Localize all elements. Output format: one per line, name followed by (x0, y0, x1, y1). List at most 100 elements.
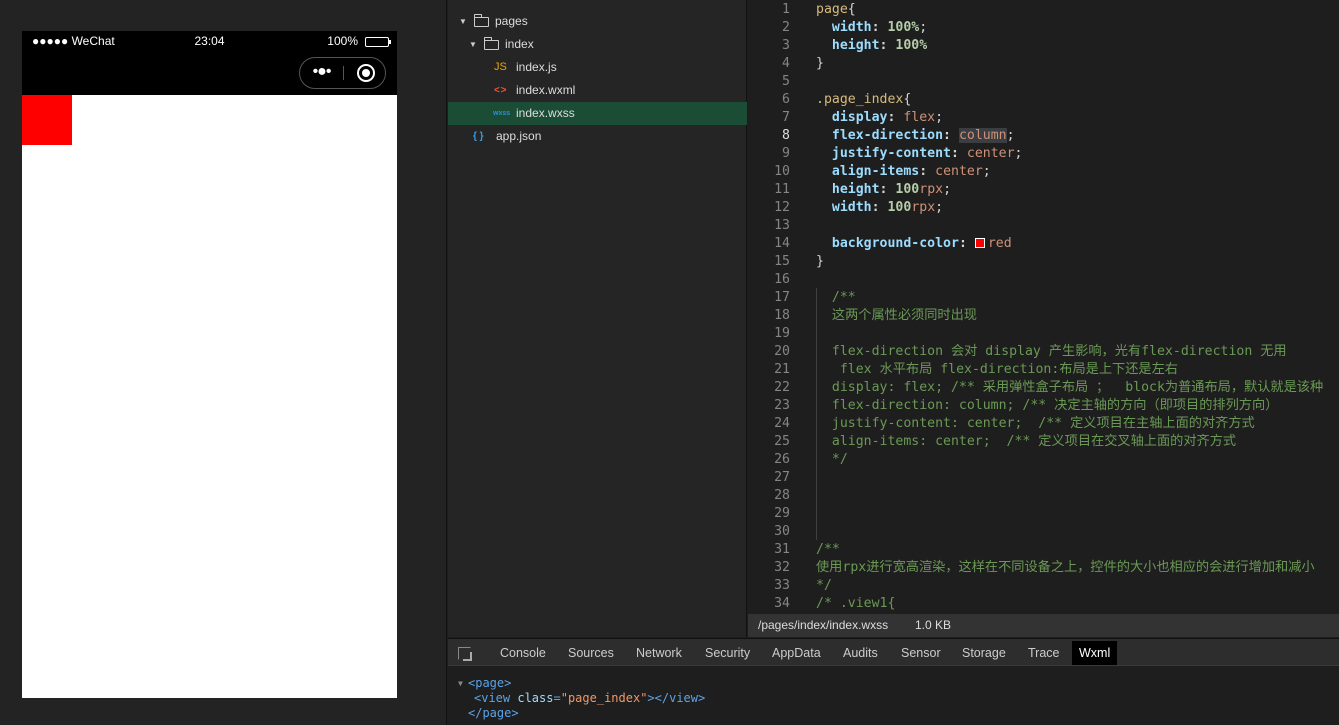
code-line: width: 100rpx; (831, 200, 944, 215)
line-number: 22 (774, 380, 790, 395)
code-line: /* .view1{ (816, 596, 896, 611)
tab-trace[interactable]: Trace (1021, 641, 1067, 665)
wxss-file-icon: wxss (493, 110, 511, 117)
tab-appdata[interactable]: AppData (765, 641, 828, 665)
line-number: 3 (782, 38, 790, 53)
folder-icon (484, 37, 499, 50)
tree-file-index-js[interactable]: JS index.js (448, 56, 747, 79)
wxml-panel: ▼ <page> <view class="page_index"></view… (448, 667, 1339, 725)
code-line: height: 100% (831, 38, 928, 53)
line-number: 32 (774, 560, 790, 575)
tab-sources[interactable]: Sources (561, 641, 621, 665)
tab-network[interactable]: Network (629, 641, 689, 665)
color-swatch-icon[interactable] (974, 238, 985, 248)
more-options-icon[interactable]: •●• (300, 58, 343, 88)
json-file-icon: { } (473, 131, 484, 142)
file-tree: ▼ pages ▼ index JS index.js < > index.wx… (448, 0, 747, 637)
tree-item-label: app.json (496, 129, 542, 143)
mini-program-capsule: •●• (299, 57, 386, 89)
code-line: /** (816, 542, 840, 557)
code-line: display: flex; /** 采用弹性盒子布局 ； block为普通布局… (816, 380, 1324, 395)
wxml-node-view[interactable]: <view class="page_index"></view> (474, 691, 705, 706)
code-line: align-items: center; (831, 164, 991, 179)
line-number: 18 (774, 308, 790, 323)
file-path: /pages/index/index.wxss (758, 618, 889, 632)
tree-folder-index[interactable]: ▼ index (448, 33, 747, 56)
line-number: 34 (774, 596, 790, 611)
line-number: 17 (774, 290, 790, 305)
line-number-gutter: 1 2 3 4 5 6 7 8 9 10 11 12 13 14 15 16 17 18 19 20 21 22 23 24 2… (748, 0, 796, 614)
line-number: 1 (782, 2, 790, 17)
tree-item-label: index.js (516, 60, 557, 74)
code-line: width: 100%; (831, 20, 928, 35)
tree-item-label: index.wxss (516, 106, 575, 120)
code-line: background-color: red (831, 236, 1012, 251)
line-number: 33 (774, 578, 790, 593)
simulator-pane: ●●●●● WeChat 23:04 100% •●• (0, 0, 447, 725)
tree-file-app-json[interactable]: { } app.json (448, 125, 747, 148)
line-number: 6 (782, 92, 790, 107)
line-number: 29 (774, 506, 790, 521)
line-number: 28 (774, 488, 790, 503)
code-line: flex-direction: column; /** 决定主轴的方向（即项目的… (816, 398, 1279, 413)
expand-arrow-icon[interactable]: ▼ (469, 33, 477, 56)
code-line: */ (816, 578, 832, 593)
tree-folder-pages[interactable]: ▼ pages (448, 10, 747, 33)
tab-audits[interactable]: Audits (836, 641, 885, 665)
tab-console[interactable]: Console (493, 641, 553, 665)
line-number: 23 (774, 398, 790, 413)
tree-file-index-wxss[interactable]: wxss index.wxss (448, 102, 747, 125)
close-target-icon[interactable] (357, 64, 375, 82)
code-line: display: flex; (831, 110, 944, 125)
code-line-active: flex-direction: column; (831, 128, 1015, 143)
code-line: justify-content: center; /** 定义项目在主轴上面的对… (816, 416, 1255, 431)
tab-storage[interactable]: Storage (955, 641, 1013, 665)
line-number: 15 (774, 254, 790, 269)
devtools-tab-bar: Console Sources Network Security AppData… (448, 638, 1339, 666)
folder-icon (474, 14, 489, 27)
line-number: 19 (774, 326, 790, 341)
code-line: justify-content: center; (831, 146, 1023, 161)
tab-wxml[interactable]: Wxml (1072, 641, 1118, 665)
line-number: 31 (774, 542, 790, 557)
line-number: 12 (774, 200, 790, 215)
line-number: 10 (774, 164, 790, 179)
line-number: 16 (774, 272, 790, 287)
line-number: 24 (774, 416, 790, 431)
js-file-icon: JS (494, 61, 507, 73)
wechat-nav-bar: •●• (22, 51, 397, 95)
inspect-element-icon[interactable] (458, 647, 472, 661)
line-number: 7 (782, 110, 790, 125)
line-number: 20 (774, 344, 790, 359)
tree-item-label: pages (495, 14, 528, 28)
expand-arrow-icon[interactable]: ▼ (459, 10, 467, 33)
code-line: /** (816, 290, 856, 305)
tab-security[interactable]: Security (698, 641, 757, 665)
code-line: flex-direction 会对 display 产生影响，光有flex-di… (816, 344, 1287, 359)
line-number: 4 (782, 56, 790, 71)
code-line: .page_index{ (816, 92, 912, 107)
code-editor[interactable]: 1 2 3 4 5 6 7 8 9 10 11 12 13 14 15 16 17 18 19 20 21 22 23 24 2… (748, 0, 1339, 614)
capsule-divider (343, 66, 344, 80)
line-number: 11 (774, 182, 790, 197)
code-line: } (816, 56, 824, 71)
battery-icon (365, 37, 391, 47)
collapse-arrow-icon[interactable]: ▼ (458, 679, 463, 688)
wxml-node-page[interactable]: <page> (468, 676, 511, 691)
line-number: 5 (782, 74, 790, 89)
line-number: 9 (782, 146, 790, 161)
line-number: 13 (774, 218, 790, 233)
tree-item-label: index (505, 37, 534, 51)
code-line: align-items: center; /** 定义项目在交叉轴上面的对齐方式 (816, 434, 1237, 449)
code-line: 使用rpx进行宽高渲染，这样在不同设备之上，控件的大小也相应的会进行增加和减小 (816, 560, 1315, 575)
tree-file-index-wxml[interactable]: < > index.wxml (448, 79, 747, 102)
code-line: } (816, 254, 824, 269)
battery-percent: 100% (327, 34, 358, 48)
page-index-view (22, 95, 72, 145)
code-line: */ (816, 452, 848, 467)
phone-screen[interactable]: ●●●●● WeChat 23:04 100% •●• (22, 31, 397, 698)
file-size: 1.0 KB (915, 618, 952, 632)
tab-sensor[interactable]: Sensor (894, 641, 948, 665)
line-number: 21 (774, 362, 790, 377)
line-number: 2 (782, 20, 790, 35)
